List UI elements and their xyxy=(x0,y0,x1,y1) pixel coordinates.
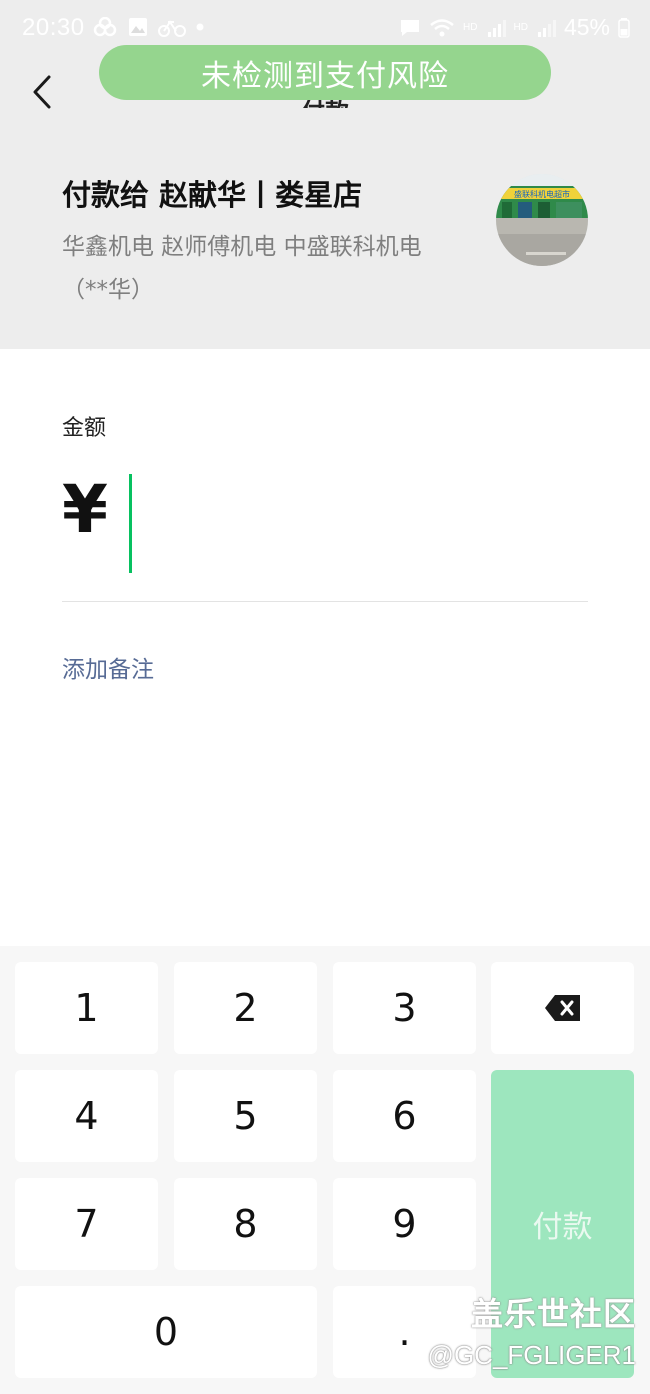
battery-percent: 45% xyxy=(563,14,610,40)
add-note-link[interactable]: 添加备注 xyxy=(62,650,154,684)
battery-icon xyxy=(618,17,630,38)
merchant-avatar: 盛联科机电超市 xyxy=(496,174,588,266)
watermark-user: @GC_FGLIGER1 xyxy=(427,1340,636,1370)
signal-icon-2 xyxy=(537,19,556,37)
key-8[interactable]: 8 xyxy=(174,1178,317,1270)
key-7[interactable]: 7 xyxy=(15,1178,158,1270)
gallery-icon xyxy=(129,18,147,36)
amount-label: 金额 xyxy=(62,416,107,441)
hd-label: HD xyxy=(463,22,478,33)
back-button[interactable] xyxy=(22,70,62,114)
bike-icon xyxy=(158,20,186,37)
amount-input[interactable] xyxy=(124,470,584,570)
key-2[interactable]: 2 xyxy=(174,962,317,1054)
key-5[interactable]: 5 xyxy=(174,1070,317,1162)
payee-title: 付款给 赵献华丨娄星店 xyxy=(62,178,363,212)
payee-description: 华鑫机电 赵师傅机电 中盛联科机电（**华） xyxy=(62,234,422,303)
amount-divider xyxy=(62,601,588,602)
signal-icon xyxy=(487,19,506,37)
status-right: HD HD 45% xyxy=(399,14,630,41)
cloud-app-icon xyxy=(93,17,117,37)
key-1[interactable]: 1 xyxy=(15,962,158,1054)
avatar-sign-text: 盛联科机电超市 xyxy=(514,189,570,199)
key-9[interactable]: 9 xyxy=(333,1178,476,1270)
watermark-brand: 盖乐世社区 xyxy=(470,1295,636,1333)
key-6[interactable]: 6 xyxy=(333,1070,476,1162)
key-0[interactable]: 0 xyxy=(15,1286,317,1378)
risk-banner: 未检测到支付风险 xyxy=(99,45,551,100)
wifi-icon xyxy=(430,18,454,36)
dot-icon xyxy=(196,23,204,31)
delete-key[interactable] xyxy=(491,962,634,1054)
status-time: 20:30 xyxy=(22,14,85,41)
message-icon xyxy=(401,19,420,36)
chevron-left-icon xyxy=(33,75,51,109)
currency-symbol: ¥ xyxy=(62,471,108,548)
key-3[interactable]: 3 xyxy=(333,962,476,1054)
input-caret xyxy=(129,474,132,573)
key-4[interactable]: 4 xyxy=(15,1070,158,1162)
notification-icons xyxy=(92,17,204,37)
hd-label-2: HD xyxy=(513,22,528,33)
backspace-icon xyxy=(544,995,580,1021)
